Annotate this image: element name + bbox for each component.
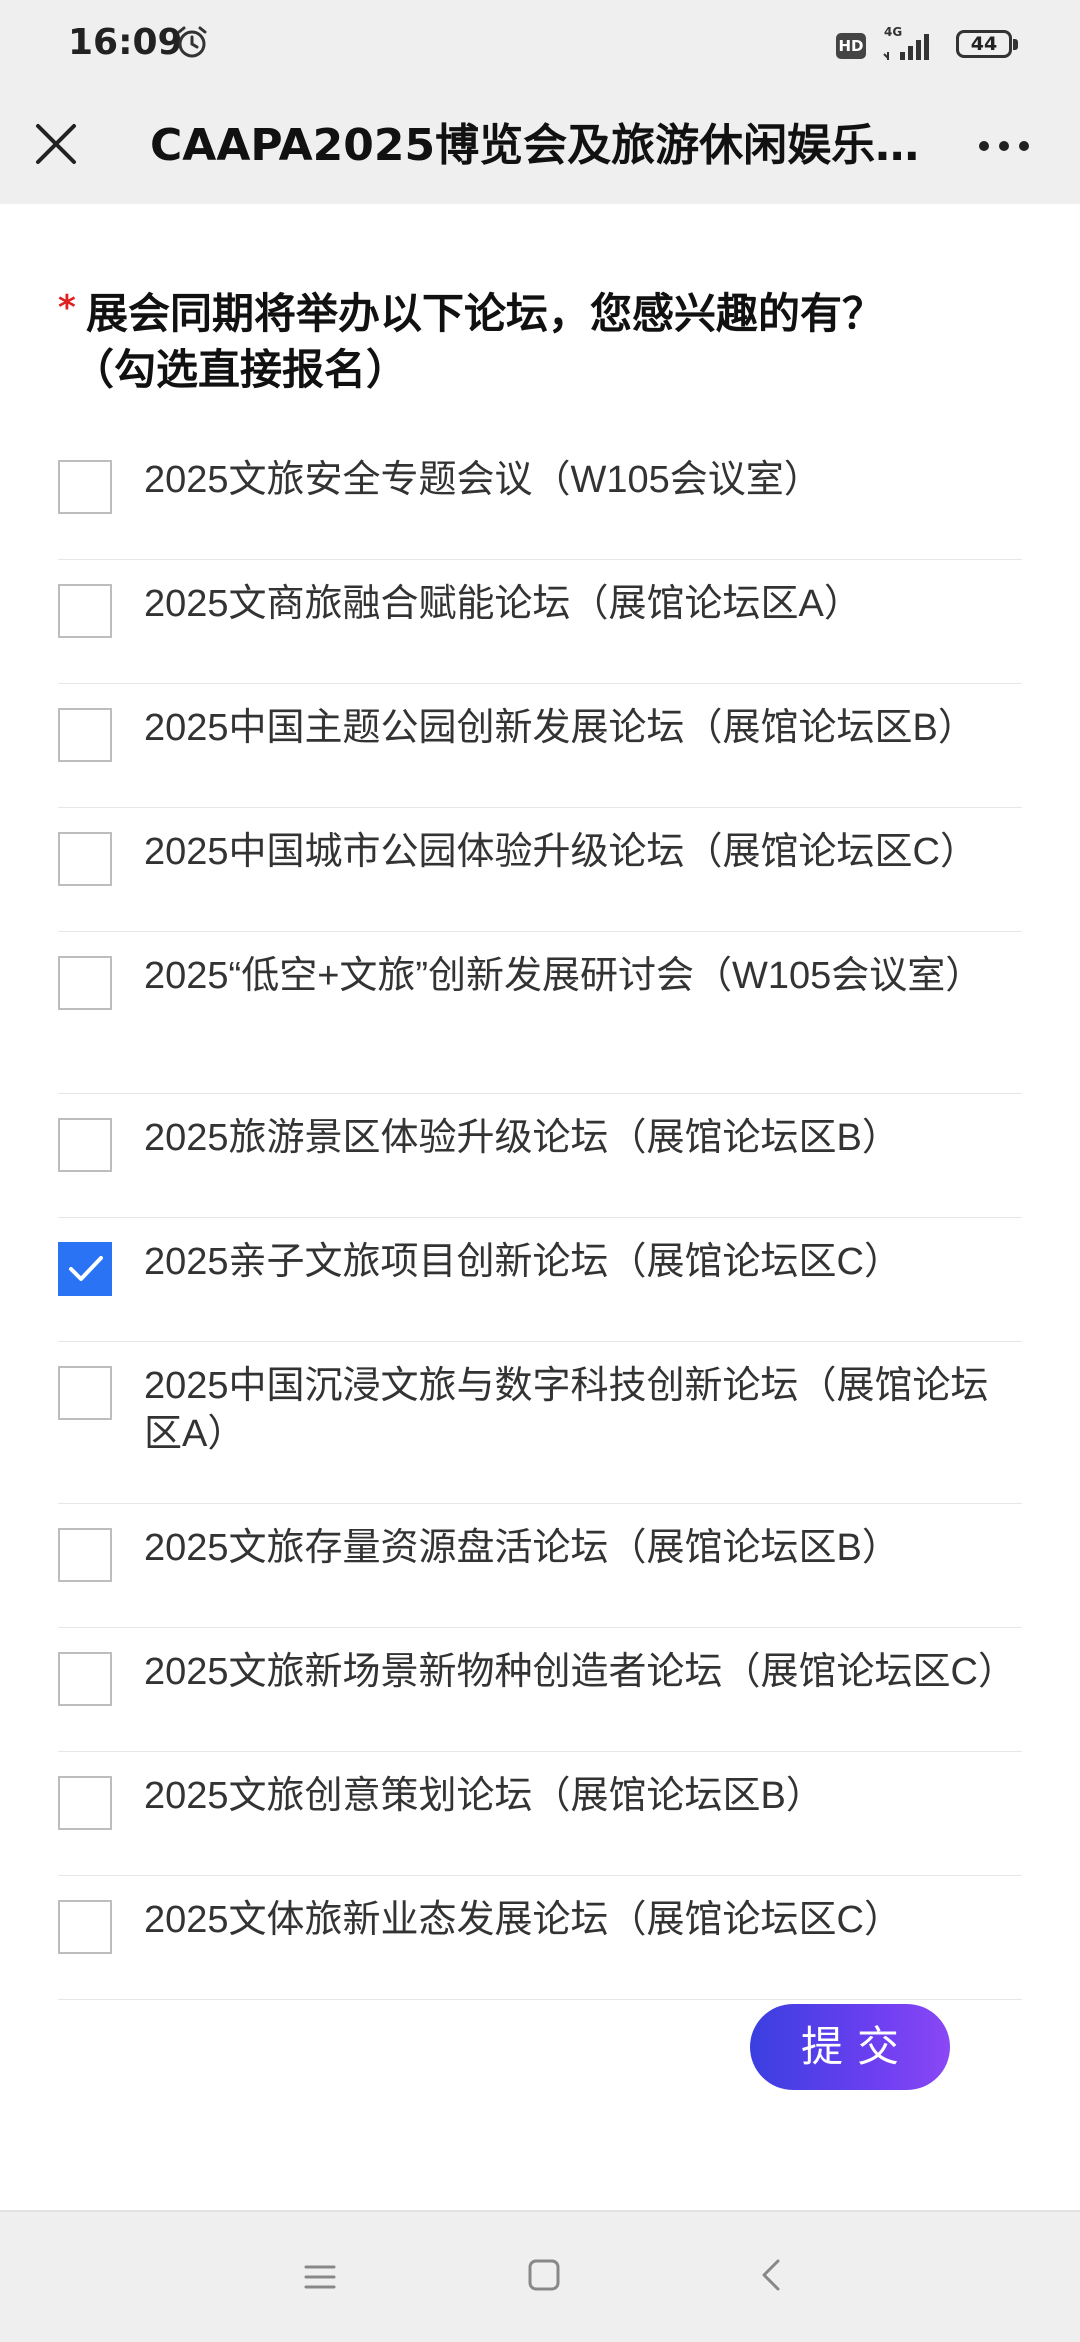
status-bar: 16:09 HD 4G 44 (0, 0, 1080, 90)
question-text-line1: 展会同期将举办以下论坛，您感兴趣的有？ (86, 289, 885, 338)
battery-level: 44 (956, 30, 1012, 58)
network-label: 4G (884, 25, 902, 39)
checkbox[interactable] (58, 1900, 112, 1954)
option-item[interactable]: 2025中国沉浸文旅与数字科技创新论坛（展馆论坛区A） (58, 1342, 1022, 1504)
option-item[interactable]: 2025文旅新场景新物种创造者论坛（展馆论坛区C） (58, 1628, 1022, 1752)
option-item[interactable]: 2025“低空+文旅”创新发展研讨会（W105会议室） (58, 932, 1022, 1094)
checkbox[interactable] (58, 1528, 112, 1582)
option-item[interactable]: 2025中国城市公园体验升级论坛（展馆论坛区C） (58, 808, 1022, 932)
option-item[interactable]: 2025文商旅融合赋能论坛（展馆论坛区A） (58, 560, 1022, 684)
home-icon[interactable] (524, 2255, 564, 2295)
checkbox[interactable] (58, 956, 112, 1010)
status-time: 16:09 (68, 22, 183, 63)
option-label: 2025中国主题公园创新发展论坛（展馆论坛区B） (144, 707, 976, 749)
question-text-line2: （勾选直接报名） (72, 345, 409, 394)
system-nav-bar (0, 2210, 1080, 2342)
question-title: * 展会同期将举办以下论坛，您感兴趣的有？ （勾选直接报名） (58, 286, 958, 398)
more-horizontal-icon[interactable] (972, 118, 1036, 174)
checkbox[interactable] (58, 1776, 112, 1830)
option-item[interactable]: 2025文旅安全专题会议（W105会议室） (58, 436, 1022, 560)
option-label: 2025旅游景区体验升级论坛（展馆论坛区B） (144, 1117, 900, 1159)
option-label: 2025文旅创意策划论坛（展馆论坛区B） (144, 1775, 824, 1817)
option-label: 2025文旅存量资源盘活论坛（展馆论坛区B） (144, 1527, 900, 1569)
checkbox[interactable] (58, 832, 112, 886)
back-icon[interactable] (752, 2255, 792, 2295)
menu-icon[interactable] (300, 2257, 340, 2297)
checkbox[interactable] (58, 1118, 112, 1172)
option-label: 2025中国沉浸文旅与数字科技创新论坛（展馆论坛区A） (144, 1365, 989, 1455)
page-title: CAAPA2025博览会及旅游休闲娱乐... (150, 120, 920, 171)
option-label: 2025文商旅融合赋能论坛（展馆论坛区A） (144, 583, 862, 625)
battery-icon: 44 (956, 30, 1020, 62)
close-icon[interactable] (26, 114, 86, 174)
checkbox[interactable] (58, 1366, 112, 1420)
form-content: * 展会同期将举办以下论坛，您感兴趣的有？ （勾选直接报名） 2025文旅安全专… (0, 204, 1080, 2196)
option-item[interactable]: 2025旅游景区体验升级论坛（展馆论坛区B） (58, 1094, 1022, 1218)
required-mark: * (58, 288, 76, 328)
option-label: 2025中国城市公园体验升级论坛（展馆论坛区C） (144, 831, 978, 873)
checkbox[interactable] (58, 460, 112, 514)
option-item[interactable]: 2025文旅存量资源盘活论坛（展馆论坛区B） (58, 1504, 1022, 1628)
hd-badge: HD (836, 33, 866, 59)
option-item[interactable]: 2025文旅创意策划论坛（展馆论坛区B） (58, 1752, 1022, 1876)
alarm-icon (177, 26, 207, 58)
option-item[interactable]: 2025文体旅新业态发展论坛（展馆论坛区C） (58, 1876, 1022, 2000)
option-label: 2025文旅新场景新物种创造者论坛（展馆论坛区C） (144, 1651, 1016, 1693)
header-bar: CAAPA2025博览会及旅游休闲娱乐... (0, 90, 1080, 204)
option-label: 2025“低空+文旅”创新发展研讨会（W105会议室） (144, 955, 984, 997)
checkbox[interactable] (58, 1652, 112, 1706)
option-label: 2025文体旅新业态发展论坛（展馆论坛区C） (144, 1899, 902, 1941)
checkbox-checked[interactable] (58, 1242, 112, 1296)
option-label: 2025亲子文旅项目创新论坛（展馆论坛区C） (144, 1241, 902, 1283)
option-label: 2025文旅安全专题会议（W105会议室） (144, 459, 822, 501)
signal-icon: 4G (883, 25, 929, 60)
checkmark-icon (69, 1256, 103, 1281)
submit-button[interactable]: 提交 (750, 2004, 950, 2090)
checkbox[interactable] (58, 584, 112, 638)
option-list: 2025文旅安全专题会议（W105会议室） 2025文商旅融合赋能论坛（展馆论坛区… (58, 436, 1022, 2000)
option-item[interactable]: 2025亲子文旅项目创新论坛（展馆论坛区C） (58, 1218, 1022, 1342)
option-item[interactable]: 2025中国主题公园创新发展论坛（展馆论坛区B） (58, 684, 1022, 808)
checkbox[interactable] (58, 708, 112, 762)
